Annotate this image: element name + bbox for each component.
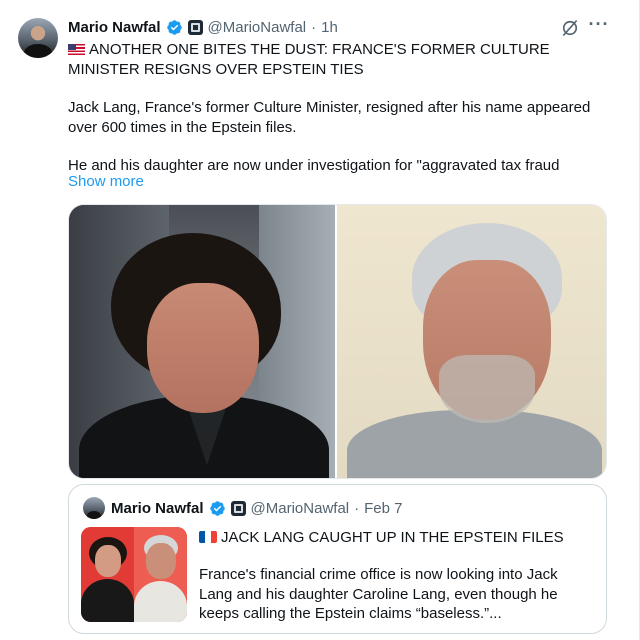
tweet-headline: ANOTHER ONE BITES THE DUST: FRANCE'S FOR… (68, 40, 613, 79)
verified-badge-icon[interactable] (166, 19, 183, 36)
author-name[interactable]: Mario Nawfal (68, 19, 161, 36)
quoted-tweet-thumbnail[interactable] (81, 527, 187, 622)
quoted-tweet-header: Mario Nawfal @MarioNawfal · Feb 7 (111, 497, 402, 519)
affiliate-badge-icon[interactable] (187, 19, 203, 35)
quoted-tweet-text: France's financial crime office is now l… (199, 566, 558, 622)
fr-flag-icon (199, 531, 217, 543)
quoted-tweet-timestamp[interactable]: Feb 7 (364, 500, 402, 517)
tweet-media[interactable] (68, 204, 607, 479)
affiliate-badge-icon[interactable] (230, 500, 246, 516)
tweet-card[interactable]: Mario Nawfal @MarioNawfal · 1h ··· ANOTH… (0, 0, 640, 640)
quoted-tweet-title: JACK LANG CAUGHT UP IN THE EPSTEIN FILES (199, 529, 564, 546)
separator-dot: · (311, 18, 317, 36)
verified-badge-icon[interactable] (209, 500, 226, 517)
us-flag-icon (68, 44, 85, 55)
more-options-icon[interactable]: ··· (588, 15, 610, 36)
show-more-link[interactable]: Show more (68, 173, 144, 190)
quoted-title-text: JACK LANG CAUGHT UP IN THE EPSTEIN FILES (221, 529, 564, 546)
separator-dot: · (354, 499, 360, 517)
tweet-paragraph-2: He and his daughter are now under invest… (68, 157, 560, 174)
tweet-text: ANOTHER ONE BITES THE DUST: FRANCE'S FOR… (68, 40, 613, 176)
headline-text: ANOTHER ONE BITES THE DUST: FRANCE'S FOR… (68, 41, 550, 78)
quoted-author-avatar[interactable] (83, 497, 105, 519)
quoted-author-name[interactable]: Mario Nawfal (111, 500, 204, 517)
tweet-header: Mario Nawfal @MarioNawfal · 1h (68, 16, 338, 38)
tweet-timestamp[interactable]: 1h (321, 19, 338, 36)
grok-icon[interactable] (560, 18, 580, 38)
tweet-paragraph-1: Jack Lang, France's former Culture Minis… (68, 99, 591, 136)
author-avatar[interactable] (18, 18, 58, 58)
quoted-tweet[interactable]: Mario Nawfal @MarioNawfal · Feb 7 JACK L (68, 484, 607, 634)
author-handle[interactable]: @MarioNawfal (208, 19, 307, 36)
quoted-author-handle[interactable]: @MarioNawfal (251, 500, 350, 517)
photo-jeffrey-epstein[interactable] (337, 205, 606, 478)
photo-jack-lang[interactable] (69, 205, 336, 478)
